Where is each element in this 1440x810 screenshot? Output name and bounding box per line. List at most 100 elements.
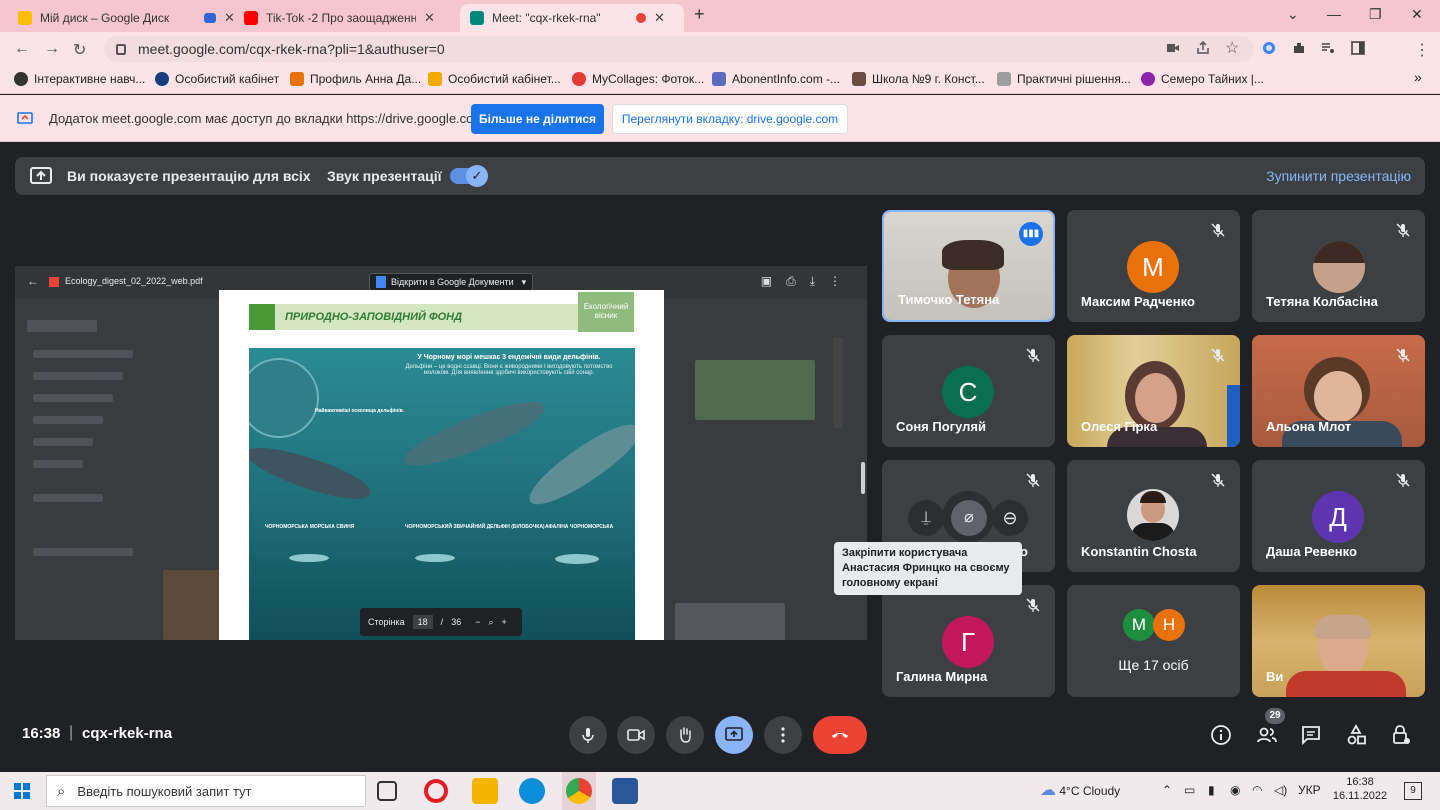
zoom-in-button[interactable]: + <box>502 617 507 627</box>
download-icon[interactable]: ⤓ <box>810 274 829 288</box>
network-icon[interactable]: ▭ <box>1184 783 1195 797</box>
microphone-button[interactable] <box>569 716 607 754</box>
minimize-icon[interactable]: — <box>1327 6 1341 22</box>
camera-button[interactable] <box>617 716 655 754</box>
extensions-puzzle-icon[interactable] <box>1292 41 1306 55</box>
microphone-tray-icon[interactable]: ▮ <box>1208 783 1215 797</box>
microphone-icon <box>582 728 594 743</box>
zoom-out-button[interactable]: − <box>475 617 480 627</box>
wifi-icon[interactable]: ◠ <box>1252 783 1262 797</box>
tab-tiktok[interactable]: Tik-Tok -2 Про заощадження ен ✕ <box>234 4 445 32</box>
address-bar[interactable]: meet.google.com/cqx-rkek-rna?pli=1&authu… <box>104 36 1254 62</box>
tab-meet[interactable]: Meet: "cqx-rkek-rna" ✕ <box>460 4 684 32</box>
search-placeholder: Введіть пошуковий запит тут <box>77 783 252 799</box>
tab-google-drive[interactable]: Мій диск – Google Диск ✕ <box>8 4 245 32</box>
close-tab-icon[interactable]: ✕ <box>424 10 435 26</box>
chrome-icon[interactable] <box>566 778 592 804</box>
forward-icon[interactable]: → <box>44 40 60 58</box>
print-icon[interactable]: ⎙ <box>786 274 810 288</box>
bookmarks-bar: Інтерактивне навч... Особистий кабінет П… <box>0 66 1440 94</box>
show-hidden-icons[interactable]: ⌃ <box>1162 783 1172 797</box>
more-participants-tile[interactable]: М Н Ще 17 осіб <box>1067 585 1240 697</box>
participant-tile-halyna[interactable]: Г Галина Мирна <box>882 585 1055 697</box>
restore-icon[interactable]: ❐ <box>1369 6 1382 23</box>
infographic-title: У Чорному морі мешкає 3 ендемічні види д… <box>417 354 601 361</box>
stop-presenting-button[interactable]: Зупинити презентацію <box>1266 168 1411 184</box>
more-menu-icon[interactable]: ⋮ <box>1414 40 1430 60</box>
input-language[interactable]: УКР <box>1298 783 1321 797</box>
participant-tile-olesia[interactable]: Олеся Гірка <box>1067 335 1240 447</box>
presentation-audio-toggle[interactable]: ✓ <box>450 165 488 187</box>
close-window-icon[interactable]: ✕ <box>1411 6 1423 23</box>
bookmark-star-icon[interactable]: ☆ <box>1225 38 1239 58</box>
present-button[interactable] <box>715 716 753 754</box>
participant-tile-kolbasina[interactable]: Тетяна Колбасіна <box>1252 210 1425 322</box>
page-label: Сторінка <box>368 617 405 627</box>
bookmarks-overflow-button[interactable]: » <box>1414 69 1422 85</box>
bookmark-favicon-icon <box>712 72 726 86</box>
stop-sharing-button[interactable]: Більше не ділитися <box>471 104 604 134</box>
taskbar-clock[interactable]: 16:38 16.11.2022 <box>1332 776 1388 802</box>
participant-tile-maksym[interactable]: М Максим Радченко <box>1067 210 1240 322</box>
participant-tile-dasha[interactable]: Д Даша Ревенко <box>1252 460 1425 572</box>
back-icon[interactable]: ← <box>14 40 30 58</box>
media-controls-icon[interactable] <box>1321 41 1335 55</box>
bookmark-item[interactable]: Школа №9 г. Конст... <box>852 72 985 86</box>
view-tab-button[interactable]: Переглянути вкладку: drive.google.com <box>612 104 848 134</box>
people-button[interactable] <box>1256 724 1278 746</box>
bookmark-favicon-icon <box>1141 72 1155 86</box>
notification-center-icon[interactable]: 9 <box>1404 782 1422 800</box>
bookmark-item[interactable]: MyCollages: Фоток... <box>572 72 704 86</box>
side-panel-icon[interactable] <box>1351 41 1365 55</box>
camera-in-use-icon[interactable] <box>1166 41 1180 55</box>
host-controls-button[interactable] <box>1390 724 1412 746</box>
bookmark-item[interactable]: Профиль Анна Да... <box>290 72 421 86</box>
volume-icon[interactable]: ◁) <box>1274 783 1287 797</box>
activities-button[interactable] <box>1345 724 1367 746</box>
pin-icon[interactable]: ⍊ <box>908 500 944 536</box>
bookmark-item[interactable]: Особистий кабінет... <box>428 72 561 86</box>
mute-participant-icon[interactable]: ⌀ <box>951 500 987 536</box>
pdf-scrollbar[interactable] <box>861 462 865 494</box>
meeting-details-button[interactable] <box>1210 724 1232 746</box>
file-explorer-icon[interactable] <box>472 778 498 804</box>
new-tab-button[interactable]: + <box>694 4 705 25</box>
page-number-input[interactable]: 18 <box>412 615 433 629</box>
opera-icon[interactable] <box>424 779 448 803</box>
participant-tile-self[interactable]: Ви <box>1252 585 1425 697</box>
weather-widget[interactable]: ☁ 4°C Cloudy <box>1040 780 1120 800</box>
participant-tile-sonia[interactable]: С Соня Погуляй <box>882 335 1055 447</box>
participant-tile-konstantin[interactable]: Konstantin Chosta <box>1067 460 1240 572</box>
participant-tile-alona[interactable]: Альона Млот <box>1252 335 1425 447</box>
zoom-icon[interactable]: ⌕ <box>488 617 493 628</box>
page-total: 36 <box>451 617 462 627</box>
bookmark-item[interactable]: Інтерактивне навч... <box>14 72 145 86</box>
word-icon[interactable] <box>612 778 638 804</box>
bookmark-item[interactable]: Особистий кабінет <box>155 72 279 86</box>
raise-hand-button[interactable] <box>666 716 704 754</box>
page-navigator: Сторінка 18 / 36 − ⌕ + <box>360 608 522 636</box>
task-view-icon[interactable] <box>377 781 397 801</box>
reload-icon[interactable]: ↻ <box>73 40 86 60</box>
comment-icon[interactable]: ▣ <box>761 274 786 288</box>
extension-icon[interactable] <box>1262 41 1276 55</box>
participant-tile-timochko[interactable]: ▮▮▮ Тимочко Тетяна <box>882 210 1055 322</box>
leave-call-button[interactable] <box>813 716 867 754</box>
bottlenose-dolphin-illustration <box>521 413 635 517</box>
edge-icon[interactable] <box>519 778 545 804</box>
share-icon[interactable] <box>1196 41 1210 55</box>
back-icon[interactable]: ← <box>27 274 39 288</box>
bookmark-item[interactable]: Семеро Тайних |... <box>1141 72 1264 86</box>
more-options-button[interactable] <box>764 716 802 754</box>
close-tab-icon[interactable]: ✕ <box>654 10 665 26</box>
bookmark-item[interactable]: AbonentInfo.com -... <box>712 72 840 86</box>
webcam-tray-icon[interactable]: ◉ <box>1230 783 1240 797</box>
more-icon[interactable]: ⋮ <box>829 274 855 288</box>
open-in-docs-button[interactable]: Відкрити в Google Документи ▾ <box>369 273 534 291</box>
tab-search-icon[interactable]: ⌄ <box>1287 6 1299 23</box>
chat-button[interactable] <box>1300 724 1322 746</box>
windows-start-icon[interactable] <box>14 783 30 799</box>
remove-participant-icon[interactable]: ⊖ <box>992 500 1028 536</box>
taskbar-search-box[interactable]: ⌕ Введіть пошуковий запит тут <box>46 775 366 807</box>
bookmark-item[interactable]: Практичні рішення... <box>997 72 1131 86</box>
